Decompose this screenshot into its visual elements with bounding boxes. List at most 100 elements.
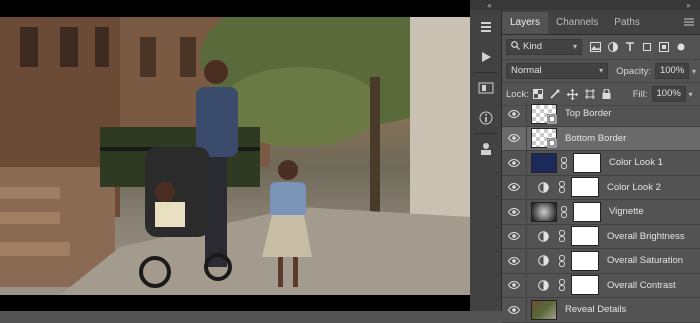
layer-row[interactable]: Color Look 2 [502, 175, 700, 200]
street-scene-image [0, 17, 470, 295]
visibility-eye-icon [508, 305, 520, 314]
smart-object-filter-icon[interactable] [659, 42, 669, 52]
fill-color-thumbnail[interactable] [531, 152, 557, 173]
properties-tool-button[interactable] [470, 134, 501, 164]
visibility-toggle[interactable] [502, 232, 526, 241]
layer-row[interactable]: Overall Brightness [502, 224, 700, 249]
layer-name[interactable]: Bottom Border [565, 133, 626, 144]
layer-name[interactable]: Overall Contrast [607, 280, 676, 291]
canvas-photo[interactable] [0, 17, 470, 295]
divider [526, 151, 527, 175]
divider [526, 126, 527, 150]
visibility-eye-icon [508, 183, 520, 192]
layer-mask-thumbnail[interactable] [573, 152, 601, 173]
layer-thumbnail[interactable] [531, 103, 557, 124]
layer-row[interactable]: Reveal Details [502, 298, 700, 323]
type-layer-filter-icon[interactable] [625, 42, 635, 52]
panel-icon-strip [470, 10, 502, 311]
lock-transparent-pixels-icon[interactable] [532, 89, 543, 99]
visibility-toggle[interactable] [502, 207, 526, 216]
gradient-fill-thumbnail[interactable] [531, 201, 557, 222]
divider [526, 224, 527, 248]
tab-channels[interactable]: Channels [548, 12, 606, 34]
mask-link-icon [559, 279, 565, 292]
fill-label: Fill: [632, 88, 648, 100]
actions-play-button[interactable] [470, 42, 501, 72]
layer-mask-thumbnail[interactable] [571, 226, 599, 247]
adjustments-icon [478, 82, 493, 94]
lock-image-pixels-icon[interactable] [550, 89, 560, 99]
visibility-eye-icon [508, 207, 520, 216]
layer-mask-thumbnail[interactable] [571, 275, 599, 296]
visibility-toggle[interactable] [502, 109, 526, 118]
mask-link-icon [559, 181, 565, 194]
image-layer-thumbnail[interactable] [531, 299, 557, 320]
panel-menu-icon[interactable] [684, 18, 694, 29]
lock-position-icon[interactable] [566, 88, 578, 100]
history-tool-button[interactable] [470, 12, 501, 42]
visibility-toggle[interactable] [502, 158, 526, 167]
divider [526, 249, 527, 273]
chevron-down-icon[interactable]: ▾ [689, 90, 693, 99]
tab-layers[interactable]: Layers [502, 12, 549, 34]
visibility-toggle[interactable] [502, 305, 526, 314]
layer-name[interactable]: Color Look 2 [607, 182, 661, 193]
history-icon [480, 22, 491, 32]
filter-kind-select[interactable]: Kind ▾ [506, 39, 582, 55]
adjustment-thumbnail[interactable] [531, 279, 555, 291]
panel-collapse-bar[interactable]: « » [470, 0, 700, 10]
tab-paths[interactable]: Paths [606, 12, 648, 34]
adjustments-tool-button[interactable] [470, 73, 501, 103]
filter-row: Kind ▾ [502, 35, 700, 60]
layer-name[interactable]: Overall Saturation [607, 255, 683, 266]
adjustment-thumbnail[interactable] [531, 230, 555, 242]
layer-name[interactable]: Overall Brightness [607, 231, 685, 242]
blend-row: Normal ▾ Opacity: 100% ▾ [502, 60, 700, 83]
adjustment-thumbnail[interactable] [531, 181, 555, 193]
layer-mask-thumbnail[interactable] [573, 201, 601, 222]
document-canvas[interactable] [0, 0, 470, 311]
svg-text:»: » [686, 1, 691, 10]
lock-artboard-icon[interactable] [584, 89, 595, 99]
info-icon [479, 111, 492, 125]
info-tool-button[interactable] [470, 103, 501, 133]
layer-mask-thumbnail[interactable] [571, 177, 599, 198]
layer-row[interactable]: Color Look 1 [502, 151, 700, 176]
visibility-toggle[interactable] [502, 183, 526, 192]
layer-row[interactable]: Top Border [502, 102, 700, 127]
mask-link-icon [561, 205, 567, 218]
pixel-layer-filter-icon[interactable] [590, 42, 601, 52]
opacity-input[interactable]: 100% [654, 63, 689, 79]
divider [526, 175, 527, 199]
layer-name[interactable]: Reveal Details [565, 304, 626, 315]
lock-label: Lock: [506, 88, 529, 100]
lock-icons [532, 88, 611, 100]
visibility-eye-icon [508, 134, 520, 143]
adjustment-layer-icon [537, 181, 549, 193]
layers-list: Top Border Bottom Border Color Look 1 Color… [502, 102, 700, 323]
adjustment-thumbnail[interactable] [531, 255, 555, 267]
divider [526, 102, 527, 126]
divider [526, 200, 527, 224]
visibility-toggle[interactable] [502, 281, 526, 290]
layer-name[interactable]: Top Border [565, 108, 611, 119]
adjustment-layer-filter-icon[interactable] [608, 42, 618, 52]
layer-row[interactable]: Overall Contrast [502, 273, 700, 298]
layer-row[interactable]: Bottom Border [502, 126, 700, 151]
shape-layer-filter-icon[interactable] [642, 42, 652, 52]
layer-name[interactable]: Color Look 1 [609, 157, 663, 168]
chevron-down-icon: ▾ [572, 42, 577, 51]
blend-mode-select[interactable]: Normal ▾ [506, 63, 609, 79]
fill-input[interactable]: 100% [651, 86, 686, 102]
layer-mask-thumbnail[interactable] [571, 250, 599, 271]
lock-all-icon[interactable] [602, 89, 611, 99]
layer-row[interactable]: Overall Saturation [502, 249, 700, 274]
visibility-toggle[interactable] [502, 256, 526, 265]
layer-row[interactable]: Vignette [502, 200, 700, 225]
layer-name[interactable]: Vignette [609, 206, 644, 217]
chevron-down-icon[interactable]: ▾ [692, 67, 696, 76]
layer-thumbnail[interactable] [531, 128, 557, 149]
visibility-toggle[interactable] [502, 134, 526, 143]
filter-toggle-icon[interactable] [676, 42, 686, 52]
search-icon [511, 41, 520, 50]
